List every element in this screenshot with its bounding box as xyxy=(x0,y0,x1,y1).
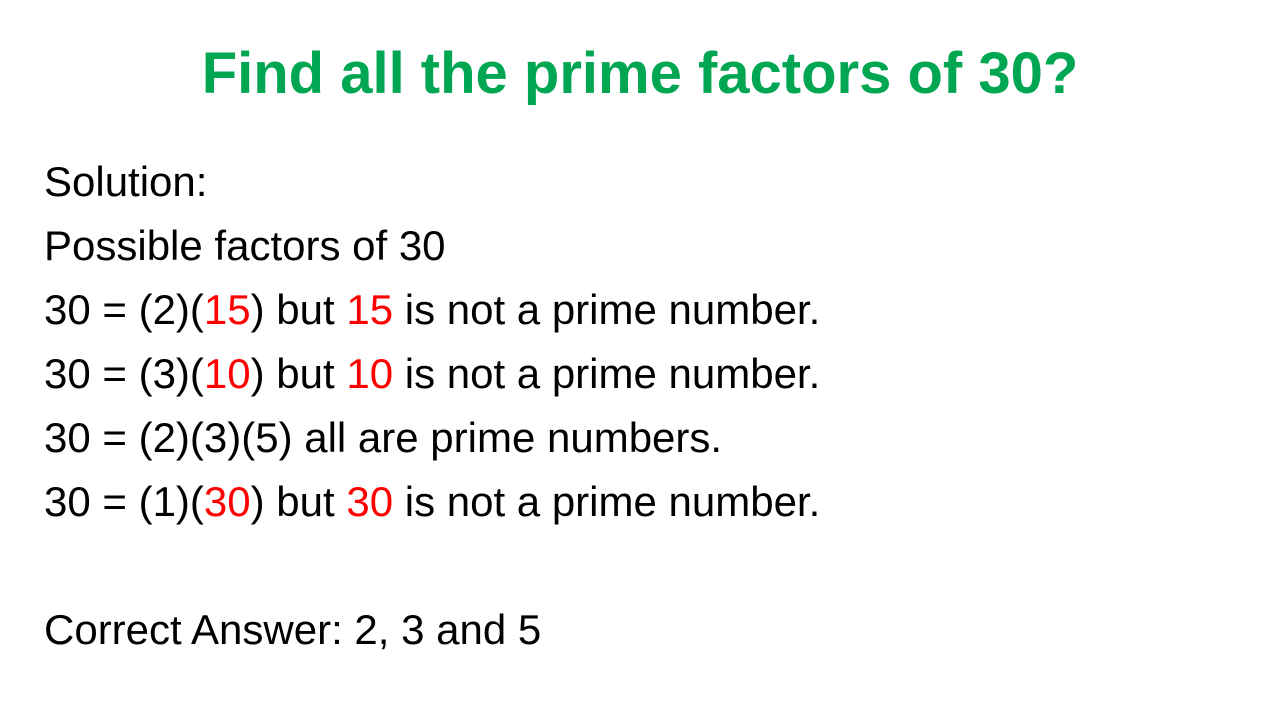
factor-row-4: 30 = (1)(30) but 30 is not a prime numbe… xyxy=(44,470,1244,534)
highlight-number: 10 xyxy=(203,350,251,397)
row-text-post: is not a prime number. xyxy=(393,478,821,525)
page-title: Find all the prime factors of 30? xyxy=(201,41,1079,106)
highlight-number: 15 xyxy=(346,286,394,333)
factor-row-1: 30 = (2)(15) but 15 is not a prime numbe… xyxy=(44,278,1244,342)
highlight-number: 30 xyxy=(203,478,251,525)
row-text-mid: ) but xyxy=(250,286,347,333)
intro-line: Possible factors of 30 xyxy=(44,222,446,269)
row-text-post: is not a prime number. xyxy=(393,286,821,333)
factor-row-2: 30 = (3)(10) but 10 is not a prime numbe… xyxy=(44,342,1244,406)
row-text-pre: 30 = (2)( xyxy=(44,286,204,333)
solution-body: Solution: Possible factors of 30 30 = (2… xyxy=(44,150,1244,662)
factor-row-3: 30 = (2)(3)(5) all are prime numbers. xyxy=(44,414,723,461)
highlight-number: 10 xyxy=(346,350,394,397)
row-text-pre: 30 = (3)( xyxy=(44,350,204,397)
solution-label: Solution: xyxy=(44,158,208,205)
highlight-number: 15 xyxy=(203,286,251,333)
row-text-mid: ) but xyxy=(250,478,347,525)
row-text-post: is not a prime number. xyxy=(393,350,821,397)
slide: Find all the prime factors of 30? Soluti… xyxy=(0,0,1280,720)
row-text-pre: 30 = (1)( xyxy=(44,478,204,525)
row-text-mid: ) but xyxy=(250,350,347,397)
highlight-number: 30 xyxy=(346,478,394,525)
correct-answer: Correct Answer: 2, 3 and 5 xyxy=(44,606,542,653)
